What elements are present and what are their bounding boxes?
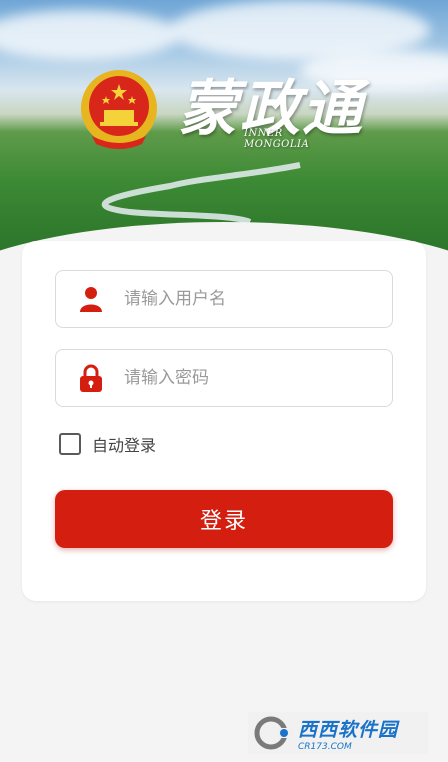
login-button[interactable]: 登录 bbox=[55, 490, 393, 548]
watermark-name: 西西软件园 bbox=[298, 718, 399, 741]
watermark-logo-icon bbox=[254, 716, 294, 750]
username-input[interactable] bbox=[122, 288, 386, 310]
brand-subtitle: INNER MONGOLIA bbox=[244, 128, 310, 150]
watermark-text: 西西软件园 CR173.COM bbox=[298, 715, 398, 752]
password-field[interactable] bbox=[55, 349, 393, 407]
password-input[interactable] bbox=[122, 367, 386, 389]
username-field[interactable] bbox=[55, 270, 393, 328]
auto-login-label: 自动登录 bbox=[92, 436, 157, 455]
login-card: 自动登录 登录 bbox=[22, 241, 426, 601]
user-icon bbox=[78, 285, 104, 313]
brand-subtitle-line2: MONGOLIA bbox=[244, 139, 310, 150]
national-emblem-icon bbox=[81, 70, 157, 149]
lock-icon bbox=[78, 364, 104, 392]
auto-login-checkbox[interactable] bbox=[59, 433, 81, 455]
brand-subtitle-line1: INNER bbox=[244, 128, 283, 139]
watermark-url: CR173.COM bbox=[298, 741, 352, 752]
auto-login-option[interactable]: 自动登录 bbox=[59, 432, 156, 456]
watermark: 西西软件园 CR173.COM bbox=[248, 712, 428, 754]
